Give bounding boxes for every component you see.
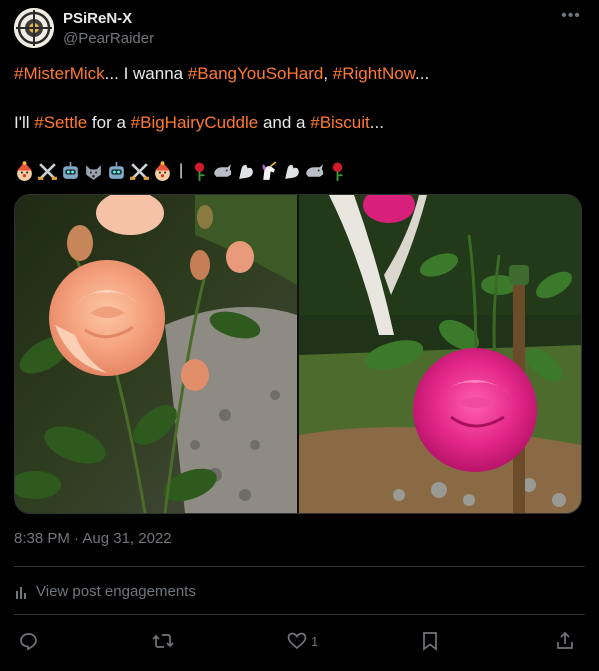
more-icon[interactable]: ••• [560,8,582,28]
crossed-swords-emoji [130,162,149,180]
post-timestamp[interactable]: 8:38 PM · Aug 31, 2022 [14,530,172,547]
flexed-biceps-emoji [285,164,300,179]
text-segment: ... [415,64,430,83]
media-grid [14,194,582,514]
like-button[interactable]: 1 [287,628,318,654]
text-segment: ... [369,113,384,132]
rhino-emoji [306,163,324,177]
share-button[interactable] [555,628,575,654]
rose-emoji [194,162,205,181]
emoji-row: | [14,158,348,184]
view-engagements-link[interactable]: View post engagements [14,583,196,600]
action-bar: 1 [0,628,599,658]
bookmark-button[interactable] [421,628,439,654]
photo-peach-rose[interactable] [15,195,297,513]
share-icon [557,631,573,649]
bar-chart-icon [16,586,26,599]
reply-button[interactable] [19,628,39,654]
clown-emoji [17,160,32,181]
divider [14,566,585,567]
text-segment: I'll [14,113,35,132]
view-engagements-label: View post engagements [36,583,196,600]
like-count: 1 [311,633,319,649]
avatar[interactable] [14,8,54,48]
crossed-swords-emoji [38,162,57,180]
text-segment: , [323,64,333,83]
author-name[interactable]: PSiReN-X [63,10,132,27]
robot-emoji [63,161,78,179]
hashtag-rightnow[interactable]: #RightNow [333,64,415,83]
repost-button[interactable] [152,628,174,654]
text-segment: for a [87,113,131,132]
hashtag-biscuit[interactable]: #Biscuit [310,113,370,132]
post: PSiReN-X @PearRaider ••• #MisterMick... … [0,0,599,671]
clown-emoji [155,160,170,181]
emoji-separator: | [179,162,184,179]
hashtag-bighairycuddle[interactable]: #BigHairyCuddle [131,113,259,132]
rose-emoji [332,162,343,181]
bookmark-icon [423,632,437,651]
rhino-emoji [214,163,232,177]
robot-emoji [109,161,124,179]
flexed-biceps-emoji [239,164,254,179]
hashtag-settle[interactable]: #Settle [34,113,87,132]
photo-pink-rose[interactable] [299,195,581,513]
post-text-line2: I'll #Settle for a #BigHairyCuddle and a… [14,112,384,134]
wolf-emoji [86,164,101,180]
hashtag-mistermick[interactable]: #MisterMick [14,64,105,83]
unicorn-emoji [262,160,277,180]
repost-icon [152,634,174,648]
hashtag-bangyousohard[interactable]: #BangYouSoHard [188,64,324,83]
author-handle[interactable]: @PearRaider [63,30,154,47]
text-segment: ... I wanna [104,64,188,83]
divider [14,614,585,615]
like-icon [287,632,307,650]
text-segment: and a [258,113,311,132]
post-text-line1: #MisterMick... I wanna #BangYouSoHard, #… [14,63,429,85]
reply-icon [20,633,37,651]
